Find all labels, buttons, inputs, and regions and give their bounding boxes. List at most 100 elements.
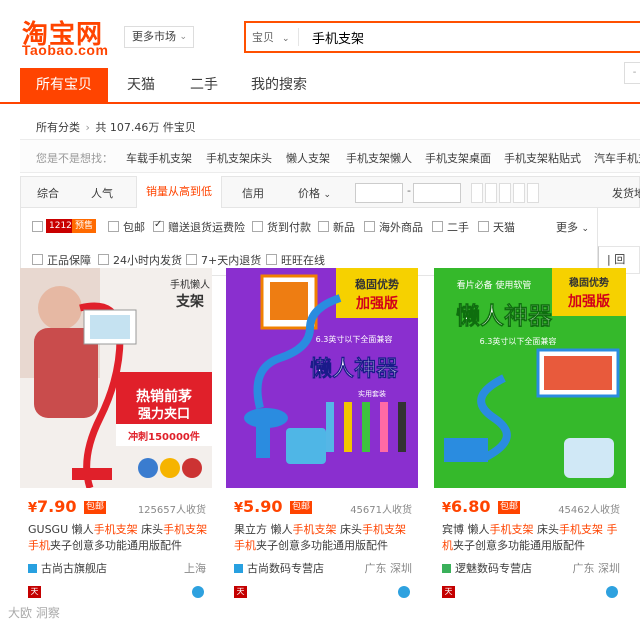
more-filters-button[interactable]: 更多 ⌄ (556, 219, 589, 235)
product-card[interactable]: 稳固优势 加强版 看片必备 使用软管 懒人神器 6.3英寸以下全面兼容 ¥6.8… (434, 268, 626, 608)
ship-location: 广东 深圳 (364, 562, 413, 575)
filter-label: 旺旺在线 (281, 254, 325, 267)
page: 淘宝网 Taobao.com 更多市场 ⌄ 宝贝 ⌄ 手机支架 所有宝贝 天猫 二… (0, 0, 640, 626)
market-dropdown[interactable]: 更多市场 ⌄ (124, 26, 194, 48)
search-category-select[interactable]: 宝贝 ⌄ (252, 29, 290, 45)
filter-label: 赠送退货运费险 (168, 221, 245, 234)
checkbox-genuine[interactable] (32, 254, 43, 265)
view-icon[interactable] (527, 183, 539, 203)
filter-label: 24小时内发货 (113, 254, 182, 267)
shop-link[interactable]: 逻魅数码专营店 (442, 560, 532, 576)
wangwang-icon[interactable] (606, 586, 618, 598)
wangwang-icon[interactable] (398, 586, 410, 598)
product-image-2-art: 稳固优势 加强版 6.3英寸以下全面兼容 懒人神器 实用套装 (226, 268, 418, 488)
search-divider (298, 28, 299, 46)
tab-tmall[interactable]: 天猫 (108, 68, 174, 102)
product-image[interactable]: 热销前茅 强力夹口 冲刺150000件 手机懒人 支架 (20, 268, 212, 488)
ship-from-filter[interactable]: 发货地 (612, 185, 640, 201)
img-text: 加强版 (355, 295, 398, 312)
free-shipping-tag: 包邮 (290, 501, 313, 514)
main-nav: 所有宝贝 天猫 二手 我的搜索 (0, 68, 640, 104)
sort-sales[interactable]: 销量从高到低 (136, 176, 222, 209)
list-view-icon[interactable] (485, 183, 497, 203)
suggest-link[interactable]: 汽车手机支 (594, 150, 640, 166)
suggest-link[interactable]: 手机支架床头 (206, 150, 272, 166)
currency-symbol: ¥ (234, 501, 244, 516)
result-count: 共 107.46万 件宝贝 (95, 121, 196, 134)
title-highlight: 机 (442, 539, 453, 552)
checkbox-7day-return[interactable] (186, 254, 197, 265)
side-toggle-button[interactable]: - (624, 62, 640, 84)
view-icon[interactable] (513, 183, 525, 203)
checkbox-secondhand[interactable] (432, 221, 443, 232)
watermark: 大欧 洞察 (8, 606, 60, 620)
checkbox-free-shipping[interactable] (108, 221, 119, 232)
shop-name: 古尚数码专营店 (247, 562, 324, 575)
tmall-icon[interactable]: 天 (442, 586, 455, 598)
checkbox-24h-ship[interactable] (98, 254, 109, 265)
title-highlight: 机 (245, 539, 256, 552)
filter-label: 7+天内退货 (201, 254, 262, 267)
shop-link[interactable]: 古尚数码专营店 (234, 560, 324, 576)
product-title[interactable]: 果立方 懒人手机支架 床头手机支架手机夹子创意多功能通用版配件 (234, 522, 414, 554)
product-image[interactable]: 稳固优势 加强版 看片必备 使用软管 懒人神器 6.3英寸以下全面兼容 (434, 268, 626, 488)
checkbox-new[interactable] (318, 221, 329, 232)
suggest-link[interactable]: 手机支架懒人 (346, 150, 412, 166)
img-text: 看片必备 使用软管 (457, 279, 532, 291)
tmall-icon[interactable]: 天 (28, 586, 41, 598)
suggest-bar: 您是不是想找： 车载手机支架 手机支架床头 懒人支架 手机支架懒人 手机支架桌面… (20, 139, 640, 173)
img-text: 6.3英寸以下全面兼容 (316, 334, 393, 344)
title-highlight: 手机支架 (163, 523, 208, 536)
breadcrumb: 所有分类 › 共 107.46万 件宝贝 (36, 119, 196, 135)
breadcrumb-root[interactable]: 所有分类 (36, 121, 80, 134)
search-box[interactable]: 宝贝 ⌄ 手机支架 (244, 21, 640, 53)
checkbox-overseas[interactable] (364, 221, 375, 232)
checkbox-wangwang-online[interactable] (266, 254, 277, 265)
sort-sales-label: 销量从高到低 (146, 185, 212, 198)
sort-price-label: 价格 (298, 187, 320, 200)
sort-default[interactable]: 综合 (37, 185, 59, 201)
product-card[interactable]: 热销前茅 强力夹口 冲刺150000件 手机懒人 支架 ¥7.90 包邮 125… (20, 268, 212, 608)
title-text: 果立方 懒人 (234, 523, 293, 536)
product-title[interactable]: GUSGU 懒人手机支架 床头手机支架手机夹子创意多功能通用版配件 (28, 522, 208, 554)
product-title[interactable]: 宾博 懒人手机支架 床头手机支架 手机夹子创意多功能通用版配件 (442, 522, 622, 554)
price-max-input[interactable] (413, 183, 461, 203)
tab-secondhand[interactable]: 二手 (174, 68, 234, 102)
suggest-link[interactable]: 手机支架粘贴式 (504, 150, 581, 166)
grid-view-icon[interactable] (471, 183, 483, 203)
price-min-input[interactable] (355, 183, 403, 203)
wangwang-icon[interactable] (192, 586, 204, 598)
sales-count: 45462人收货 (558, 505, 620, 516)
product-card[interactable]: 稳固优势 加强版 6.3英寸以下全面兼容 懒人神器 实用套装 ¥5.90 包邮 … (226, 268, 418, 608)
img-text: 稳固优势 (355, 277, 399, 291)
title-highlight: 手机支架 (559, 523, 603, 536)
checkbox-tmall[interactable] (478, 221, 489, 232)
suggest-link[interactable]: 手机支架桌面 (425, 150, 491, 166)
search-category-label: 宝贝 (252, 31, 274, 44)
taobao-logo-en[interactable]: Taobao.com (22, 42, 108, 58)
badge-presale: 预售 (72, 219, 97, 233)
ship-location: 广东 深圳 (572, 562, 621, 575)
checkbox-return-insurance[interactable] (153, 219, 164, 232)
filter-label: 天猫 (493, 221, 515, 234)
product-price: ¥5.90 (234, 497, 283, 516)
search-input[interactable]: 手机支架 (312, 28, 364, 47)
sort-price[interactable]: 价格 ⌄ (298, 185, 331, 201)
suggest-link[interactable]: 车载手机支架 (126, 150, 192, 166)
suggest-link[interactable]: 懒人支架 (286, 150, 330, 166)
shop-link[interactable]: 古尚古旗舰店 (28, 560, 107, 576)
checkbox-1212[interactable] (32, 221, 43, 232)
tmall-icon[interactable]: 天 (234, 586, 247, 598)
sort-popularity[interactable]: 人气 (91, 185, 113, 201)
shop-icon (28, 564, 37, 573)
shop-name: 逻魅数码专营店 (455, 562, 532, 575)
filter-label: 正品保障 (47, 254, 91, 267)
market-label: 更多市场 (132, 30, 176, 43)
tab-all-items[interactable]: 所有宝贝 (20, 68, 108, 102)
checkbox-cod[interactable] (252, 221, 263, 232)
tab-my-search[interactable]: 我的搜索 (236, 68, 322, 102)
sort-credit[interactable]: 信用 (242, 185, 264, 201)
product-image[interactable]: 稳固优势 加强版 6.3英寸以下全面兼容 懒人神器 实用套装 (226, 268, 418, 488)
view-icon[interactable] (499, 183, 511, 203)
suggest-label: 您是不是想找： (36, 152, 113, 165)
